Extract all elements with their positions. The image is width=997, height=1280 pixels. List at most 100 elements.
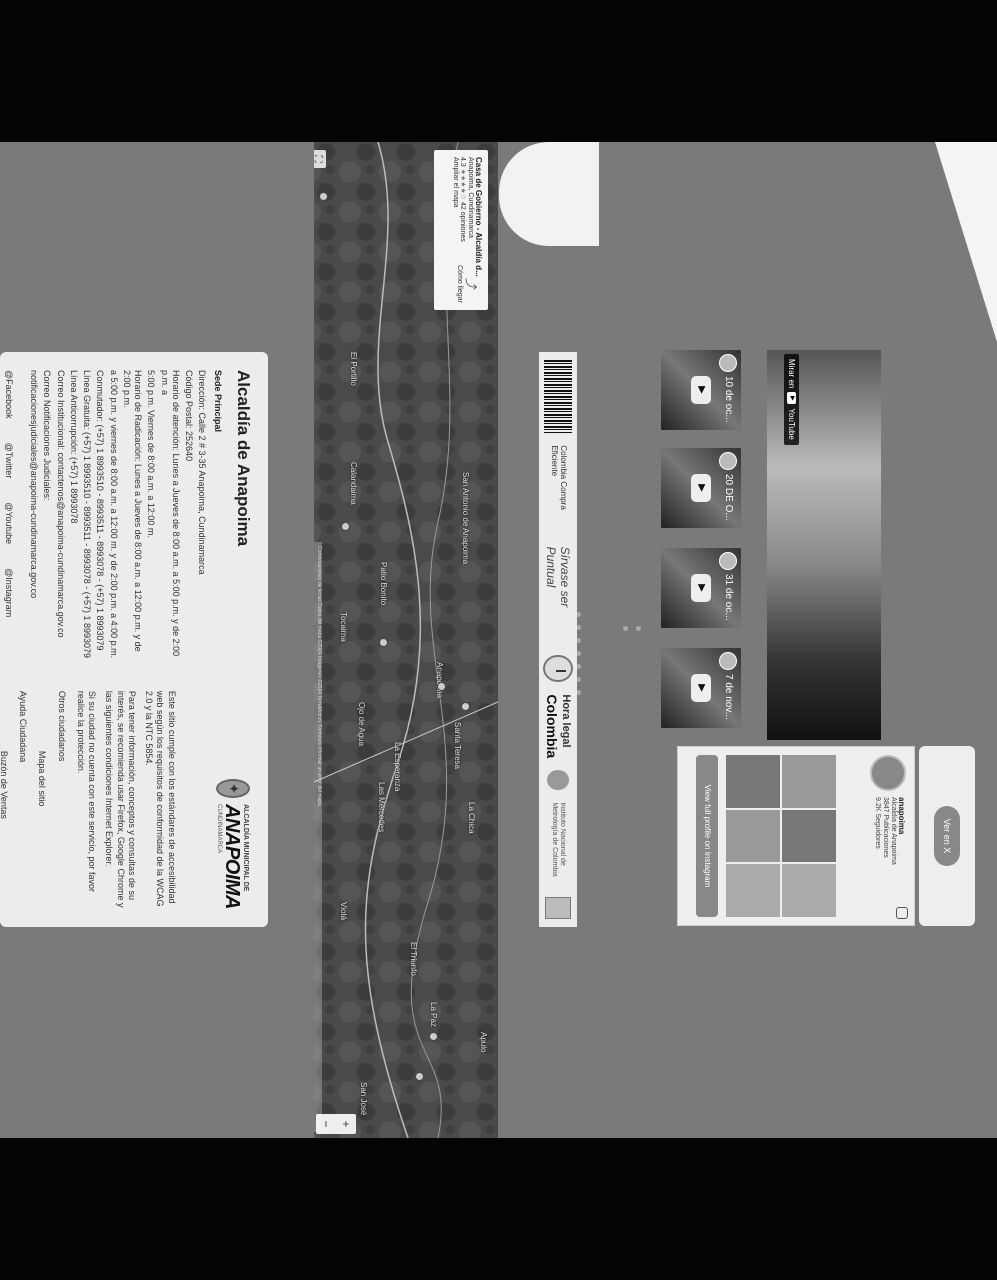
info-line: a 5:00 p.m. y viernes de 8:00 a.m. a 12:…: [108, 370, 119, 659]
zoom-control: + −: [316, 1114, 356, 1134]
info-line: Línea Gratuita: (+57) 1 8993510 - 899351…: [82, 370, 93, 659]
directions-button[interactable]: ⤴ Cómo llegar: [456, 264, 480, 304]
footer-link[interactable]: Buzón de Ventas: [0, 751, 9, 909]
instagram-photo[interactable]: [726, 864, 780, 917]
barcode-image[interactable]: [544, 360, 572, 434]
video-thumbnail[interactable]: 7 de nov... ▶: [661, 648, 741, 728]
play-icon[interactable]: ▶: [691, 474, 711, 502]
flag-icon: [545, 896, 571, 920]
zoom-in-button[interactable]: +: [336, 1114, 356, 1134]
place-reviews[interactable]: 42 opiniones: [459, 202, 466, 242]
facebook-link[interactable]: @Facebook: [3, 370, 14, 419]
watch-label: Mirar en: [787, 359, 796, 389]
rotated-viewport: Ver en X Mirar en ▶ YouTube 10 de oc... …: [0, 142, 997, 1138]
top-black-band: [0, 0, 997, 142]
instagram-posts: 3847 Publicaciones: [881, 797, 889, 858]
channel-avatar: [719, 652, 737, 670]
map-pin-icon[interactable]: [461, 702, 470, 711]
decorative-pill: [499, 142, 599, 246]
inm-logo-icon: [547, 770, 569, 791]
protection-text: Si su ciudad no cuenta con este servicio…: [76, 690, 98, 892]
info-line: Conmutador: (+57) 1 8993510 - 8993511 - …: [95, 370, 106, 651]
carousel-dots-a: [623, 626, 641, 631]
footer-link[interactable]: Ayuda Ciudadana: [17, 691, 28, 909]
carousel-dot[interactable]: [636, 626, 641, 631]
instagram-photo[interactable]: [782, 755, 836, 808]
info-line: 5:00 p.m. Viernes de 8:00 a.m. a 12:00 m…: [146, 370, 157, 538]
instagram-photo[interactable]: [782, 864, 836, 917]
logo-top-text: ALCALDÍA MUNICIPAL DE: [242, 804, 250, 892]
map-pin-icon[interactable]: [379, 638, 388, 647]
footer-link[interactable]: Mapa del sitio: [36, 751, 48, 909]
carousel-dot[interactable]: [623, 626, 628, 631]
instagram-followers: 9.2K Seguidores: [873, 797, 881, 849]
instagram-photo[interactable]: [782, 809, 836, 863]
directions-label: Cómo llegar: [456, 265, 463, 303]
map-place-label: La Esperanza: [393, 742, 402, 792]
social-links: @Facebook @Twitter @Youtube @Instagram: [3, 370, 14, 661]
logo-sub-text: CUNDINAMARCA: [216, 804, 223, 854]
coat-of-arms-icon: ✦: [216, 779, 250, 799]
video-thumbnail[interactable]: 31 de oc... ▶: [661, 548, 741, 628]
slogan-text: Sírvase ser Puntual: [544, 546, 572, 608]
instagram-name: Alcaldía de Anapoima: [890, 797, 897, 865]
instagram-link[interactable]: @Instagram: [3, 568, 14, 617]
instagram-photo[interactable]: [726, 809, 780, 863]
view-instagram-profile-button[interactable]: View full profile on Instagram: [696, 755, 718, 917]
youtube-link[interactable]: @Youtube: [3, 502, 14, 544]
map-place-label: Patio Bonito: [379, 562, 388, 606]
info-line[interactable]: notificacionesjudiciales@anapoima-cundin…: [28, 370, 39, 661]
place-info-card: Casa de Gobierno - Alcaldía d... Anapoim…: [434, 150, 488, 310]
youtube-label: YouTube: [787, 408, 796, 440]
map-place-label: Apulo: [479, 1032, 488, 1053]
map-pin-icon[interactable]: [415, 1072, 424, 1081]
video-title: 31 de oc...: [723, 574, 734, 621]
municipality-logo[interactable]: ✦ ALCALDÍA MUNICIPAL DE ANAPOIMA CUNDINA…: [208, 779, 258, 909]
map-place-label: Las Mercedes: [377, 782, 386, 833]
video-thumbnail[interactable]: 10 de oc... ▶: [661, 350, 741, 430]
embedded-map[interactable]: Casa de Gobierno - Alcaldía d... Anapoim…: [314, 142, 498, 1138]
map-pin-icon[interactable]: [341, 522, 350, 531]
play-icon[interactable]: ▶: [691, 574, 711, 602]
view-on-x-button[interactable]: Ver en X: [934, 806, 960, 866]
map-pin-icon[interactable]: [437, 682, 446, 691]
map-pin-icon[interactable]: [429, 1032, 438, 1041]
main-video-player[interactable]: Mirar en ▶ YouTube: [767, 350, 881, 740]
fullscreen-icon[interactable]: ⛶: [314, 150, 326, 168]
map-place-label: El Portillo: [349, 352, 358, 386]
play-icon[interactable]: ▶: [691, 674, 711, 702]
directions-icon: ⤴: [464, 277, 478, 290]
play-icon[interactable]: ▶: [691, 376, 711, 404]
footer-link[interactable]: Otros ciudadanos: [56, 691, 67, 909]
watch-on-youtube-button[interactable]: Mirar en ▶ YouTube: [784, 354, 799, 445]
twitter-embed: Ver en X: [919, 746, 975, 926]
video-title: 7 de nov...: [723, 674, 734, 720]
map-pin-icon[interactable]: [319, 192, 328, 201]
legal-time-title: Hora legal: [560, 694, 573, 748]
info-line: Línea Anticorrupción: (+57) 1 8993078: [69, 370, 79, 524]
channel-avatar: [719, 552, 737, 570]
video-thumbnail[interactable]: 20 DE O... ▶: [661, 448, 741, 528]
instagram-handle[interactable]: anapoima: [897, 797, 906, 865]
info-line: Dirección: Calle 2 # 3-35 Anapoima, Cund…: [197, 370, 208, 575]
twitter-link[interactable]: @Twitter: [3, 443, 14, 479]
video-title: 20 DE O...: [723, 474, 734, 521]
map-place-label: Ojo de Agua: [357, 702, 366, 747]
info-line: Código Postal: 252640: [184, 370, 195, 462]
youtube-icon: ▶: [787, 392, 796, 405]
info-line[interactable]: Correo Institucional: contactenos@anapoi…: [55, 370, 66, 661]
legal-time-widget: Colombia Compra Eficiente Sírvase ser Pu…: [539, 352, 577, 927]
map-place-label: Viotá: [339, 902, 348, 921]
map-place-label: Santa Teresa: [453, 722, 462, 769]
channel-avatar: [719, 354, 737, 372]
star-rating-icon: ★★★★☆: [459, 168, 466, 201]
map-place-label: Anapoima: [435, 662, 444, 699]
legal-time-source[interactable]: Instituto Nacional de Metrología de Colo…: [550, 802, 566, 885]
instagram-avatar[interactable]: [870, 755, 906, 791]
map-attribution[interactable]: Combinaciones de teclas Datos del mapa ©…: [314, 542, 322, 1132]
channel-avatar: [719, 452, 737, 470]
info-line: Horario de atención: Lunes a Jueves de 8…: [159, 370, 181, 657]
video-title: 10 de oc...: [723, 376, 734, 423]
footer-info-card: Alcaldía de Anapoima ✦ ALCALDÍA MUNICIPA…: [0, 352, 268, 927]
instagram-photo[interactable]: [726, 755, 780, 808]
